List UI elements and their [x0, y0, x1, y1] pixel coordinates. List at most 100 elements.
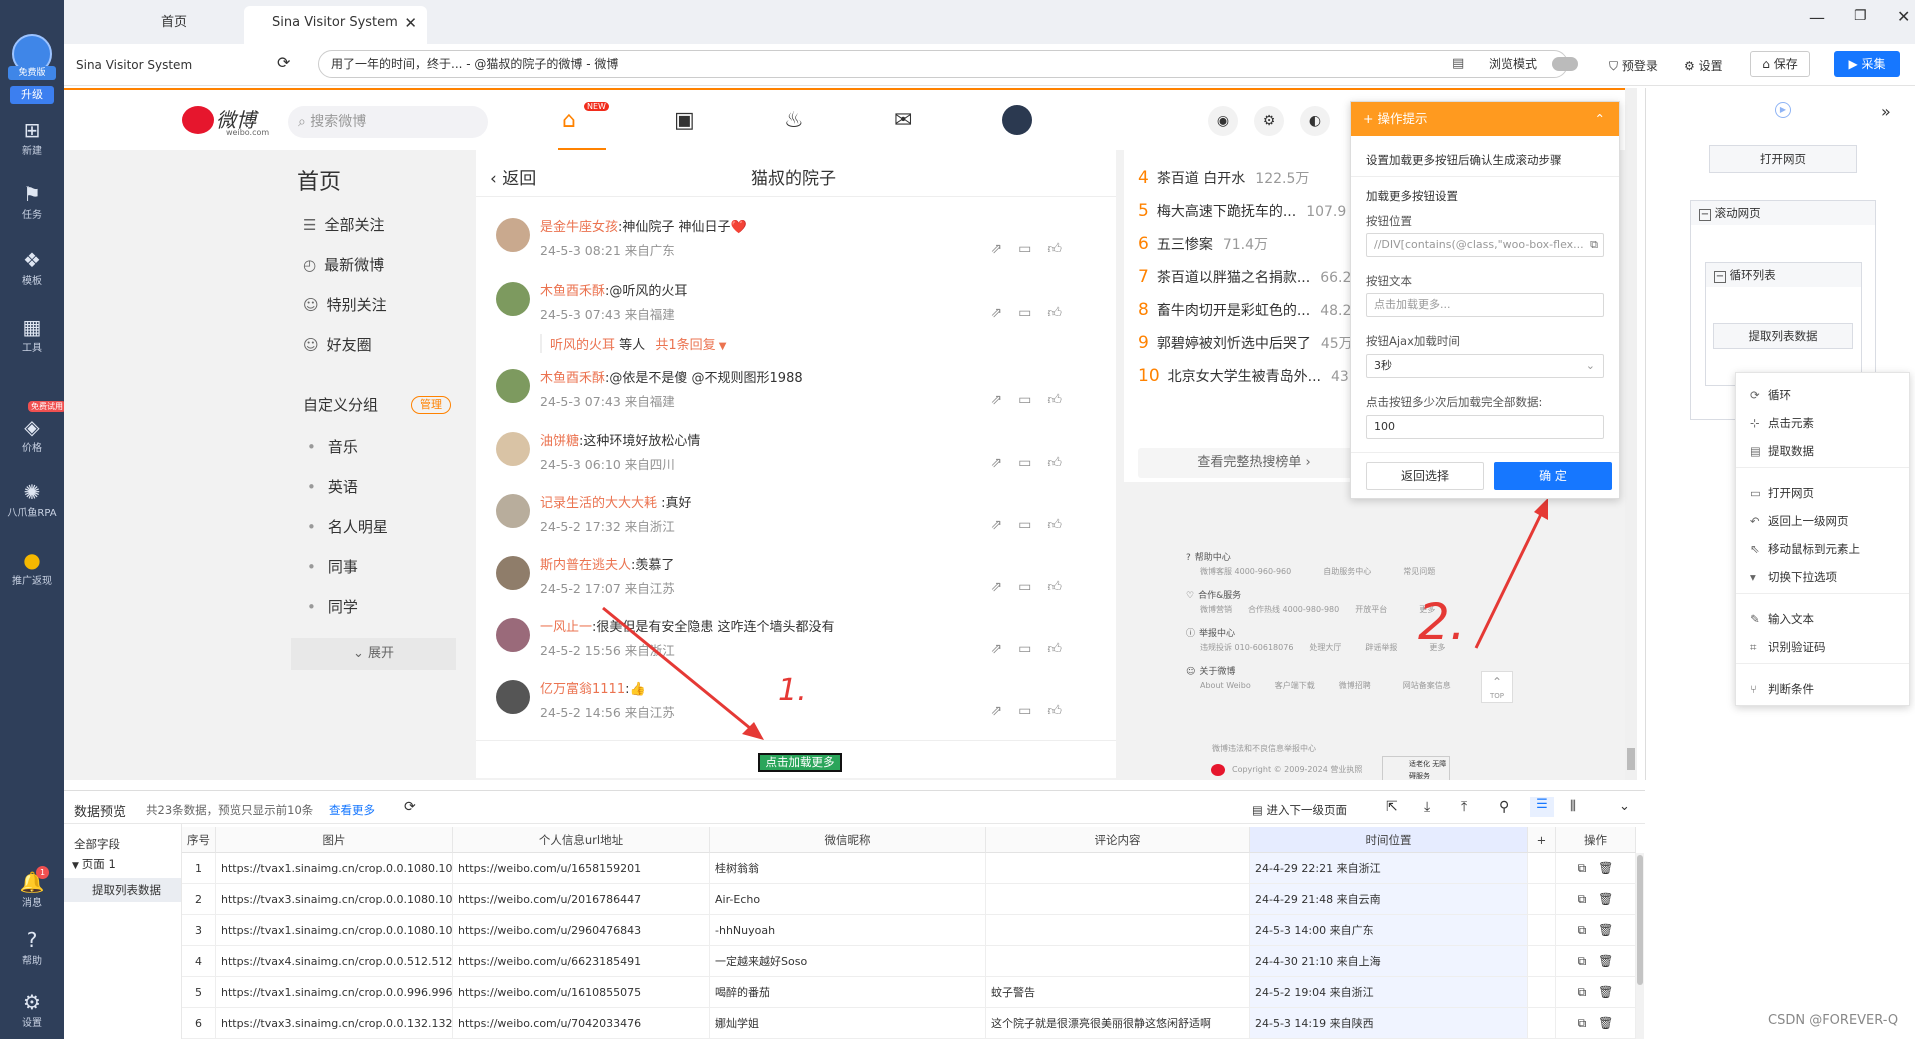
table-cell[interactable]: 5 [182, 977, 216, 1008]
table-cell[interactable] [986, 853, 1250, 884]
edit-icon[interactable]: ⧉ [1578, 892, 1587, 906]
col-header[interactable]: 评论内容 [986, 827, 1250, 853]
table-cell[interactable]: https://tvax1.sinaimg.cn/crop.0.0.1080.1… [216, 853, 453, 884]
delete-icon[interactable]: 🗑︎ [1598, 985, 1613, 999]
table-cell[interactable]: 24-5-3 14:19 来自陕西 [1250, 1008, 1528, 1039]
edit-icon[interactable]: ⧉ [1578, 923, 1587, 937]
minimize-icon[interactable]: — [1809, 8, 1825, 27]
collect-button[interactable]: ▶ 采集 [1834, 51, 1900, 77]
filter-icon[interactable]: ⚲ [1499, 799, 1509, 815]
table-cell[interactable]: https://weibo.com/u/1658159201 [453, 853, 710, 884]
table-scroll-thumb[interactable] [1637, 855, 1643, 985]
download-icon[interactable]: ⤓ [1424, 799, 1430, 815]
table-cell[interactable]: 这个院子就是很漂亮很美丽很静这悠闲舒适啊 [986, 1008, 1250, 1039]
flow-extract[interactable]: 提取列表数据 [1713, 323, 1853, 349]
table-cell[interactable]: 3 [182, 915, 216, 946]
nav-bell[interactable]: 🔔 消息 1 [0, 866, 64, 909]
table-cell[interactable]: https://tvax1.sinaimg.cn/crop.0.0.996.99… [216, 977, 453, 1008]
menu-item-loop[interactable]: ⟳ 循环 [1750, 387, 1791, 403]
save-button[interactable]: ⌂ 保存 [1750, 51, 1810, 77]
tab-home[interactable]: 首页 [104, 6, 244, 44]
table-cell[interactable]: https://tvax4.sinaimg.cn/crop.0.0.512.51… [216, 946, 453, 977]
delete-icon[interactable]: 🗑︎ [1598, 861, 1613, 875]
table-cell[interactable]: -hhNuyoah [710, 915, 986, 946]
table-cell[interactable]: 娜灿学姐 [710, 1008, 986, 1039]
table-cell[interactable]: 一定越来越好Soso [710, 946, 986, 977]
settings-button[interactable]: ⚙ 设置 [1684, 57, 1723, 74]
op-ajax-select[interactable]: 3秒 ⌄ [1366, 354, 1604, 378]
col-header[interactable]: 图片 [216, 827, 453, 853]
edit-icon[interactable]: ⧉ [1578, 985, 1587, 999]
column-view-icon[interactable]: ⫼ [1570, 799, 1576, 814]
menu-item-condition[interactable]: ⑂ 判断条件 [1750, 681, 1814, 697]
browse-mode-toggle[interactable] [1552, 57, 1578, 71]
dp-more-link[interactable]: 查看更多 [329, 802, 375, 818]
col-header[interactable]: 微信昵称 [710, 827, 986, 853]
close-icon[interactable]: ✕ [404, 6, 417, 40]
col-header[interactable]: 时间位置 [1250, 827, 1528, 853]
table-cell[interactable]: 蚊子警告 [986, 977, 1250, 1008]
window-close-icon[interactable]: ✕ [1897, 7, 1910, 26]
upload-icon[interactable]: ⤒ [1461, 799, 1467, 815]
nav-toolbox[interactable]: ▦ 工具 [0, 315, 64, 354]
table-cell[interactable]: 2 [182, 884, 216, 915]
target-icon[interactable]: ⧉ [1590, 234, 1598, 256]
nav-promo[interactable]: ● 推广返现 [0, 548, 64, 587]
op-count-input[interactable]: 100 [1366, 415, 1604, 439]
nav-plus[interactable]: ⊞ 新建 [0, 118, 64, 157]
table-cell[interactable]: 1 [182, 853, 216, 884]
table-cell[interactable]: 24-4-29 22:21 来自浙江 [1250, 853, 1528, 884]
delete-icon[interactable]: 🗑︎ [1598, 892, 1613, 906]
menu-item-extract[interactable]: ▤ 提取数据 [1750, 443, 1814, 459]
nav-octopus[interactable]: ✺ 八爪鱼RPA [0, 480, 64, 519]
table-cell[interactable]: https://tvax3.sinaimg.cn/crop.0.0.1080.1… [216, 884, 453, 915]
nav-template[interactable]: ❖ 模板 [0, 248, 64, 287]
collapse-minus-icon[interactable]: − [1714, 271, 1726, 283]
delete-icon[interactable]: 🗑︎ [1598, 923, 1613, 937]
table-cell[interactable]: 4 [182, 946, 216, 977]
table-cell[interactable] [986, 946, 1250, 977]
op-back-button[interactable]: 返回选择 [1366, 462, 1484, 490]
expand-panel-icon[interactable]: » [1881, 102, 1891, 121]
table-cell[interactable]: 6 [182, 1008, 216, 1039]
url-input[interactable]: 用了一年的时间，终于... - @猫叔的院子的微博 - 微博 ▤ 浏览模式 [318, 50, 1578, 78]
op-text-input[interactable]: 点击加载更多... [1366, 293, 1604, 317]
edit-icon[interactable]: ⧉ [1578, 1016, 1587, 1030]
delete-icon[interactable]: 🗑︎ [1598, 1016, 1613, 1030]
table-cell[interactable]: https://weibo.com/u/6623185491 [453, 946, 710, 977]
restore-icon[interactable]: ❐ [1854, 8, 1867, 24]
menu-item-open-page[interactable]: ▭ 打开网页 [1750, 485, 1814, 501]
col-header[interactable]: 个人信息url地址 [453, 827, 710, 853]
table-cell[interactable]: 24-5-2 19:04 来自浙江 [1250, 977, 1528, 1008]
flow-scroll-header[interactable]: − 滚动网页 [1691, 201, 1875, 225]
tab-sina[interactable]: Sina Visitor System ✕ [244, 6, 427, 44]
flow-open-page[interactable]: 打开网页 [1709, 145, 1857, 173]
table-cell[interactable]: 喝醉的番茄 [710, 977, 986, 1008]
table-cell[interactable]: 24-5-3 14:00 来自广东 [1250, 915, 1528, 946]
nav-flag[interactable]: ⚑ 任务 [0, 182, 64, 221]
table-cell[interactable]: https://tvax1.sinaimg.cn/crop.0.0.1080.1… [216, 915, 453, 946]
table-cell[interactable]: Air-Echo [710, 884, 986, 915]
table-cell[interactable]: 桂树翁翁 [710, 853, 986, 884]
doc-icon[interactable]: ▤ [1452, 51, 1464, 77]
table-cell[interactable]: https://weibo.com/u/2960476843 [453, 915, 710, 946]
menu-item-input[interactable]: ✎ 输入文本 [1750, 611, 1814, 627]
table-cell[interactable]: https://tvax3.sinaimg.cn/crop.0.0.132.13… [216, 1008, 453, 1039]
edit-icon[interactable]: ⧉ [1578, 861, 1587, 875]
next-page-button[interactable]: ▤ 进入下一级页面 [1252, 802, 1347, 818]
col-header[interactable]: 序号 [182, 827, 216, 853]
nav-price[interactable]: ◈ 价格 免费试用 [0, 401, 66, 454]
menu-item-hover[interactable]: ⇖ 移动鼠标到元素上 [1750, 541, 1860, 557]
table-cell[interactable] [986, 915, 1250, 946]
menu-item-click[interactable]: ⊹ 点击元素 [1750, 415, 1814, 431]
edit-icon[interactable]: ⧉ [1578, 954, 1587, 968]
tree-extract[interactable]: 提取列表数据 [64, 878, 181, 902]
table-cell[interactable] [986, 884, 1250, 915]
refresh-icon[interactable]: ⟳ [404, 799, 416, 815]
export-icon[interactable]: ⇱ [1386, 799, 1398, 815]
table-cell[interactable]: 24-4-29 21:48 来自云南 [1250, 884, 1528, 915]
upgrade-button[interactable]: 升级 [10, 86, 54, 104]
add-column-icon[interactable]: + [1528, 827, 1556, 853]
op-ok-button[interactable]: 确 定 [1494, 462, 1612, 490]
table-scrollbar[interactable] [1636, 853, 1644, 1039]
